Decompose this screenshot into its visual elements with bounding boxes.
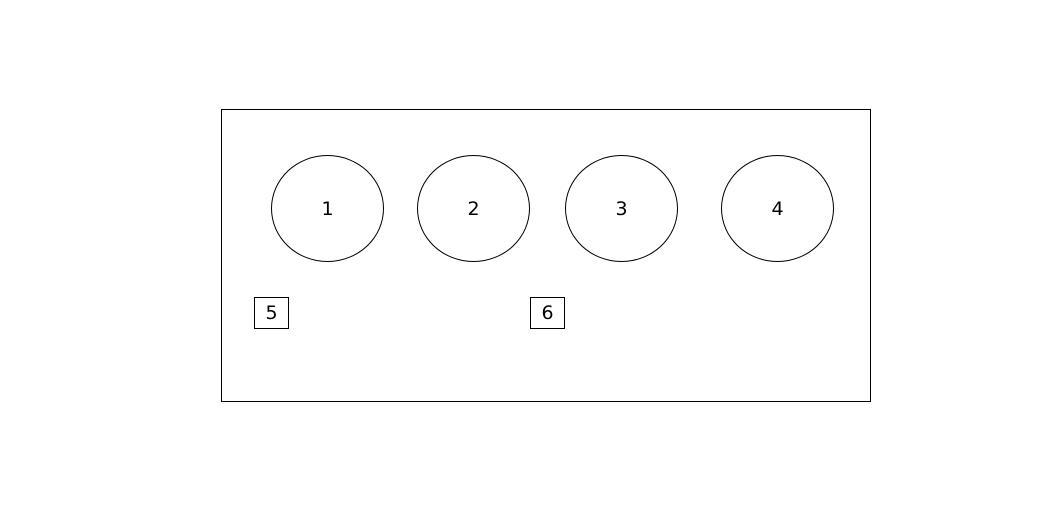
circle-label: 3 xyxy=(615,197,628,220)
square-node-5: 5 xyxy=(254,297,289,329)
circle-label: 4 xyxy=(771,197,784,220)
circle-label: 2 xyxy=(467,197,480,220)
box-label: 6 xyxy=(541,302,554,324)
box-label: 5 xyxy=(265,302,278,324)
square-node-6: 6 xyxy=(530,297,565,329)
circle-node-4: 4 xyxy=(721,155,834,262)
circle-node-3: 3 xyxy=(565,155,678,262)
circle-node-1: 1 xyxy=(271,155,384,262)
circle-label: 1 xyxy=(321,197,334,220)
circle-node-2: 2 xyxy=(417,155,530,262)
